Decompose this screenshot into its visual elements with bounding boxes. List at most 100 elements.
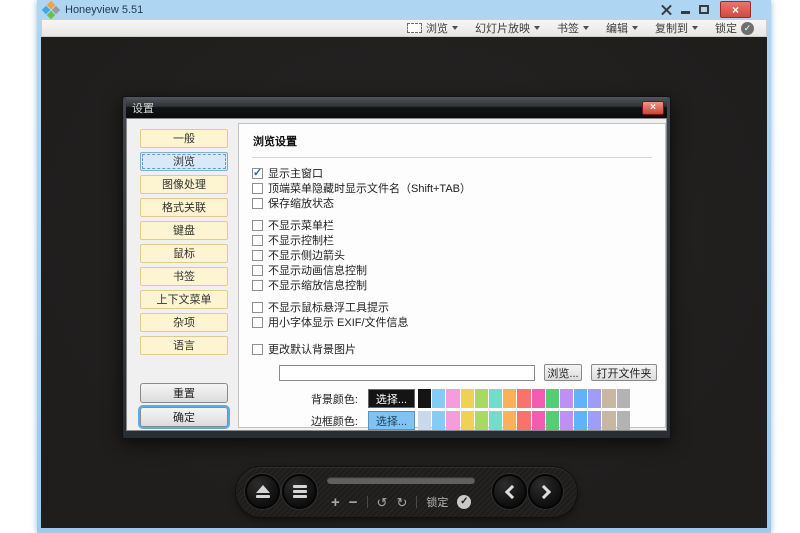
slideshow-menu-button[interactable]: 幻灯片放映 <box>475 20 540 36</box>
unchecked-checkbox[interactable] <box>252 265 263 276</box>
position-slider[interactable] <box>327 477 475 484</box>
background-image-path-input[interactable] <box>279 365 535 381</box>
unchecked-checkbox[interactable] <box>252 250 263 261</box>
lock-toggle[interactable]: 锁定 ✓ <box>715 20 754 36</box>
chevron-right-icon <box>536 484 550 498</box>
checkbox-row[interactable]: 更改默认背景图片 <box>252 342 665 356</box>
border-color-choose-button[interactable]: 选择... <box>368 411 415 430</box>
rotate-right-button[interactable]: ↻ <box>396 496 407 509</box>
unchecked-checkbox[interactable] <box>252 235 263 246</box>
nav-item-general[interactable]: 一般 <box>140 129 228 148</box>
rotate-left-button[interactable]: ↺ <box>377 496 388 509</box>
nav-item-image-processing[interactable]: 图像处理 <box>140 175 228 194</box>
unchecked-checkbox[interactable] <box>252 183 263 194</box>
unchecked-checkbox[interactable] <box>252 280 263 291</box>
unchecked-checkbox[interactable] <box>252 220 263 231</box>
color-swatch[interactable] <box>588 411 601 430</box>
nav-item-format-association[interactable]: 格式关联 <box>140 198 228 217</box>
color-swatch[interactable] <box>517 389 530 408</box>
checkbox-row[interactable]: 不显示菜单栏 <box>252 218 665 232</box>
nav-item-mouse[interactable]: 鼠标 <box>140 244 228 263</box>
color-swatch[interactable] <box>617 389 630 408</box>
checked-checkbox[interactable] <box>252 168 263 179</box>
checkbox-row[interactable]: 不显示侧边箭头 <box>252 248 665 262</box>
checkbox-row[interactable]: 不显示控制栏 <box>252 233 665 247</box>
previous-image-button[interactable] <box>492 474 527 509</box>
nav-item-browse[interactable]: 浏览 <box>140 152 228 171</box>
color-swatch[interactable] <box>617 411 630 430</box>
color-swatch[interactable] <box>432 411 445 430</box>
unchecked-checkbox[interactable] <box>252 198 263 209</box>
open-folder-button[interactable]: 打开文件夹 <box>591 364 657 381</box>
reset-button[interactable]: 重置 <box>140 383 228 403</box>
browse-menu-button[interactable]: 浏览 <box>407 20 458 36</box>
unchecked-checkbox[interactable] <box>252 302 263 313</box>
window-titlebar[interactable]: Honeyview 5.51 × <box>41 0 767 19</box>
nav-item-keyboard[interactable]: 键盘 <box>140 221 228 240</box>
color-swatch[interactable] <box>489 411 502 430</box>
checkbox-row[interactable]: 不显示缩放信息控制 <box>252 278 665 292</box>
color-swatch[interactable] <box>602 411 615 430</box>
check-circle-icon: ✓ <box>741 22 754 35</box>
color-swatch[interactable] <box>446 389 459 408</box>
color-swatch[interactable] <box>446 411 459 430</box>
hamburger-menu-icon <box>293 483 307 500</box>
maximize-button[interactable] <box>699 5 709 14</box>
close-button[interactable]: × <box>720 1 751 18</box>
color-swatch[interactable] <box>503 389 516 408</box>
dialog-close-button[interactable]: × <box>642 101 664 115</box>
zoom-in-button[interactable]: + <box>331 495 340 510</box>
color-swatch[interactable] <box>418 411 431 430</box>
checkbox-row[interactable]: 显示主窗口 <box>252 166 665 180</box>
color-swatch[interactable] <box>546 411 559 430</box>
color-swatch[interactable] <box>532 389 545 408</box>
color-swatch[interactable] <box>574 389 587 408</box>
edit-menu-button[interactable]: 编辑 <box>606 20 638 36</box>
nav-item-language[interactable]: 语言 <box>140 336 228 355</box>
slideshow-menu-label: 幻灯片放映 <box>475 20 530 36</box>
checkbox-row[interactable]: 顶端菜单隐藏时显示文件名（Shift+TAB） <box>252 181 665 195</box>
color-swatch[interactable] <box>532 411 545 430</box>
next-image-button[interactable] <box>528 474 563 509</box>
settings-dialog: 设置 × 一般浏览图像处理格式关联键盘鼠标书签上下文菜单杂项语言 重置 确定 浏… <box>122 96 671 439</box>
copy-to-menu-button[interactable]: 复制到 <box>655 20 698 36</box>
bookmarks-menu-button[interactable]: 书签 <box>557 20 589 36</box>
unchecked-checkbox[interactable] <box>252 344 263 355</box>
color-swatch[interactable] <box>461 411 474 430</box>
minimize-button[interactable] <box>681 11 690 14</box>
background-color-swatches <box>418 389 631 408</box>
checkbox-row[interactable]: 不显示鼠标悬浮工具提示 <box>252 300 665 314</box>
color-swatch[interactable] <box>588 389 601 408</box>
color-swatch[interactable] <box>574 411 587 430</box>
color-swatch[interactable] <box>489 389 502 408</box>
zoom-out-button[interactable]: − <box>349 495 358 510</box>
color-swatch[interactable] <box>560 411 573 430</box>
dialog-titlebar[interactable]: 设置 × <box>126 97 667 118</box>
nav-item-bookmarks[interactable]: 书签 <box>140 267 228 286</box>
checkbox-row[interactable]: 不显示动画信息控制 <box>252 263 665 277</box>
color-swatch[interactable] <box>432 389 445 408</box>
color-swatch[interactable] <box>560 389 573 408</box>
color-swatch[interactable] <box>503 411 516 430</box>
color-swatch[interactable] <box>418 389 431 408</box>
color-swatch[interactable] <box>475 389 488 408</box>
check-circle-icon[interactable]: ✓ <box>457 495 471 509</box>
checkbox-label: 显示主窗口 <box>268 165 323 181</box>
ok-button[interactable]: 确定 <box>140 407 228 427</box>
color-swatch[interactable] <box>602 389 615 408</box>
background-color-choose-button[interactable]: 选择... <box>368 389 415 408</box>
nav-item-misc[interactable]: 杂项 <box>140 313 228 332</box>
checkbox-row[interactable]: 保存缩放状态 <box>252 196 665 210</box>
color-swatch[interactable] <box>546 389 559 408</box>
fullscreen-icon[interactable] <box>661 5 672 15</box>
menu-button[interactable] <box>282 474 317 509</box>
color-swatch[interactable] <box>461 389 474 408</box>
browse-file-button[interactable]: 浏览... <box>544 364 582 381</box>
eject-button[interactable] <box>245 474 280 509</box>
nav-item-context-menu[interactable]: 上下文菜单 <box>140 290 228 309</box>
color-swatch[interactable] <box>517 411 530 430</box>
color-swatch[interactable] <box>475 411 488 430</box>
honeyview-logo-icon <box>43 2 59 18</box>
checkbox-row[interactable]: 用小字体显示 EXIF/文件信息 <box>252 315 665 329</box>
unchecked-checkbox[interactable] <box>252 317 263 328</box>
